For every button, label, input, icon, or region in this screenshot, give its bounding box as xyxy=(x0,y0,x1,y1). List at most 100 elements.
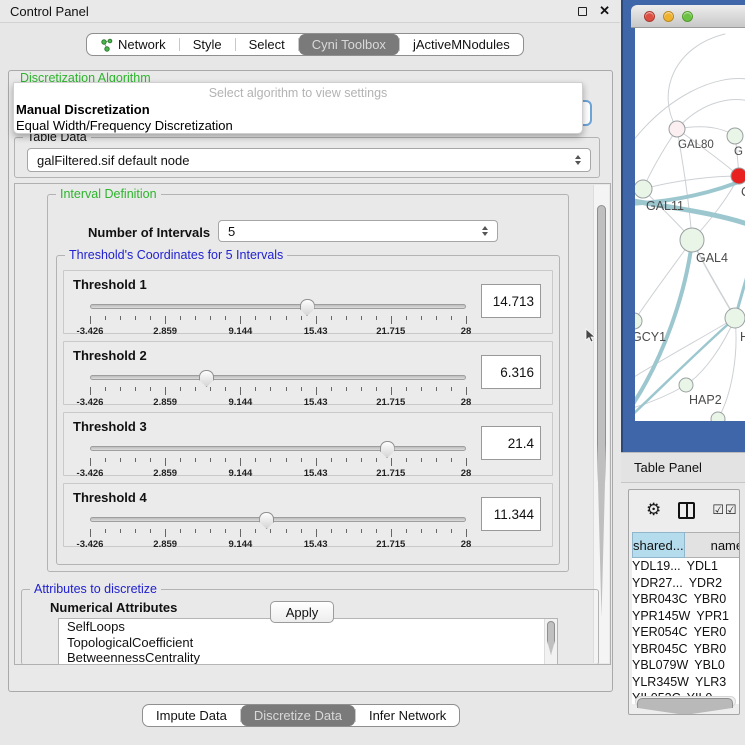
node-label: HAP2 xyxy=(689,393,722,407)
tab-cyni-toolbox[interactable]: Cyni Toolbox xyxy=(299,34,399,55)
tab-select[interactable]: Select xyxy=(236,34,298,55)
slider-track[interactable] xyxy=(90,446,466,451)
table-row[interactable]: YPR145WYPR1 xyxy=(632,608,739,625)
gear-icon[interactable]: ⚙ xyxy=(646,500,661,520)
cell-shared-name[interactable]: YER054C xyxy=(632,624,688,641)
slider-thumb[interactable] xyxy=(259,512,274,529)
cell-name[interactable]: YDL1 xyxy=(681,558,739,575)
cell-name[interactable]: YBL0 xyxy=(688,657,739,674)
minor-tick xyxy=(195,316,196,320)
cell-shared-name[interactable]: YBL079W xyxy=(632,657,688,674)
slider-track[interactable] xyxy=(90,304,466,309)
cell-name[interactable]: YDR2 xyxy=(683,575,739,592)
table-row[interactable]: YBL079WYBL0 xyxy=(632,657,739,674)
cell-shared-name[interactable]: YBR043C xyxy=(632,591,688,608)
major-tick xyxy=(165,316,166,324)
network-node-c[interactable] xyxy=(731,168,745,184)
attribute-item-topologicalcoefficient[interactable]: TopologicalCoefficient xyxy=(59,635,557,651)
network-node-gal11[interactable] xyxy=(635,180,652,198)
threshold-value-field[interactable]: 6.316 xyxy=(481,355,541,389)
table-row[interactable]: YER054CYER0 xyxy=(632,624,739,641)
cell-shared-name[interactable]: YPR145W xyxy=(632,608,690,625)
slider-tick-labels: -3.4262.8599.14415.4321.71528 xyxy=(90,468,466,478)
minimize-traffic-light[interactable] xyxy=(663,11,674,22)
slider-track[interactable] xyxy=(90,375,466,380)
cell-name[interactable]: YPR1 xyxy=(690,608,739,625)
minor-tick xyxy=(331,387,332,391)
dropdown-option-manual-discretization[interactable]: Manual Discretization xyxy=(14,102,582,118)
zoom-traffic-light[interactable] xyxy=(682,11,693,22)
tab-style[interactable]: Style xyxy=(180,34,235,55)
slider-thumb[interactable] xyxy=(199,370,214,387)
table-row[interactable]: YBR045CYBR0 xyxy=(632,641,739,658)
cell-name[interactable]: YBR0 xyxy=(688,591,739,608)
tab-jactivemnodules[interactable]: jActiveMNodules xyxy=(400,34,523,55)
minor-tick xyxy=(406,316,407,320)
minor-tick xyxy=(376,529,377,533)
float-window-icon[interactable] xyxy=(578,7,587,16)
minor-tick xyxy=(255,529,256,533)
cell-name[interactable]: YBR0 xyxy=(688,641,739,658)
network-node-gal80[interactable] xyxy=(669,121,685,137)
threshold-slider[interactable]: -3.4262.8599.14415.4321.71528 xyxy=(90,442,466,474)
network-canvas[interactable]: GAL80GCGAL11GAL4GCY1HHAP2 xyxy=(635,28,745,421)
cell-shared-name[interactable]: YDL19... xyxy=(632,558,681,575)
table-row[interactable]: YDL19...YDL1 xyxy=(632,558,739,575)
network-node-hap2[interactable] xyxy=(679,378,693,392)
scrollbar-thumb[interactable] xyxy=(597,205,606,617)
slider-thumb[interactable] xyxy=(380,441,395,458)
interval-definition-group: Interval Definition Number of Intervals … xyxy=(47,194,569,572)
network-node[interactable] xyxy=(711,412,725,421)
column-header-name[interactable]: name xyxy=(685,532,740,558)
network-node-gcy1[interactable] xyxy=(635,313,642,329)
column-header-shared-name[interactable]: shared... xyxy=(632,532,685,558)
network-node-g[interactable] xyxy=(727,128,743,144)
apply-button[interactable]: Apply xyxy=(270,601,334,623)
dropdown-option-equal-width-frequency-discretization[interactable]: Equal Width/Frequency Discretization xyxy=(14,118,582,134)
table-row[interactable]: YLR345WYLR3 xyxy=(632,674,739,691)
cell-shared-name[interactable]: YDR27... xyxy=(632,575,683,592)
minor-tick xyxy=(255,387,256,391)
table-row[interactable]: YDR27...YDR2 xyxy=(632,575,739,592)
bottom-tab-discretize-data[interactable]: Discretize Data xyxy=(241,705,355,726)
attribute-item-betweennesscentrality[interactable]: BetweennessCentrality xyxy=(59,650,557,665)
tab-network[interactable]: Network xyxy=(87,34,179,55)
slider-ticks xyxy=(90,458,466,467)
bottom-tab-impute-data[interactable]: Impute Data xyxy=(143,705,240,726)
table-data-selected-value: galFiltered.sif default node xyxy=(37,153,189,168)
threshold-value-field[interactable]: 14.713 xyxy=(481,284,541,318)
minor-tick xyxy=(406,387,407,391)
slider-thumb[interactable] xyxy=(300,299,315,316)
network-node-gal4[interactable] xyxy=(680,228,704,252)
close-icon[interactable]: ✕ xyxy=(599,3,610,19)
threshold-value-field[interactable]: 11.344 xyxy=(481,497,541,531)
threshold-slider[interactable]: -3.4262.8599.14415.4321.71528 xyxy=(90,300,466,332)
threshold-value-field[interactable]: 21.4 xyxy=(481,426,541,460)
slider-track[interactable] xyxy=(90,517,466,522)
tab-label: Select xyxy=(249,37,285,52)
minor-tick xyxy=(135,387,136,391)
cell-name[interactable]: YER0 xyxy=(688,624,739,641)
table-data-combobox[interactable]: galFiltered.sif default node xyxy=(27,148,591,172)
scrollbar-thumb[interactable] xyxy=(547,621,555,655)
number-of-intervals-combobox[interactable]: 5 xyxy=(218,220,498,242)
select-columns-icon[interactable]: ☑☑ xyxy=(712,503,737,518)
node-label: GAL4 xyxy=(696,251,728,265)
close-traffic-light[interactable] xyxy=(644,11,655,22)
minor-tick xyxy=(195,529,196,533)
network-node-h[interactable] xyxy=(725,308,745,328)
table-row[interactable]: YBR043CYBR0 xyxy=(632,591,739,608)
table-panel-title: Table Panel xyxy=(634,460,702,475)
scrollbar-thumb[interactable] xyxy=(637,698,733,715)
thresholds-group-title: Threshold's Coordinates for 5 Intervals xyxy=(65,248,287,262)
table-horizontal-scrollbar[interactable] xyxy=(635,696,736,707)
threshold-slider[interactable]: -3.4262.8599.14415.4321.71528 xyxy=(90,371,466,403)
cell-shared-name[interactable]: YLR345W xyxy=(632,674,689,691)
bottom-tab-infer-network[interactable]: Infer Network xyxy=(356,705,459,726)
cell-name[interactable]: YLR3 xyxy=(689,674,739,691)
cell-shared-name[interactable]: YBR045C xyxy=(632,641,688,658)
numerical-attributes-list[interactable]: SelfLoopsTopologicalCoefficientBetweenne… xyxy=(58,618,558,665)
threshold-slider[interactable]: -3.4262.8599.14415.4321.71528 xyxy=(90,513,466,545)
attributes-scrollbar[interactable] xyxy=(544,619,557,664)
column-layout-icon[interactable] xyxy=(678,502,695,519)
